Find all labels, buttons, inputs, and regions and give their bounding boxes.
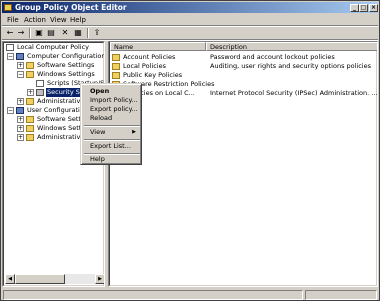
minimize-button[interactable]: _ xyxy=(350,4,359,12)
list-item[interactable]: Software Restriction Policies xyxy=(111,80,377,89)
collapse-icon[interactable]: − xyxy=(17,71,24,78)
menu-bar: File Action View Help xyxy=(2,14,378,25)
scroll-right-icon[interactable]: ▶ xyxy=(95,274,104,284)
folder-icon xyxy=(26,98,34,105)
menu-action[interactable]: Action xyxy=(24,16,46,24)
context-menu-view[interactable]: View ▶ xyxy=(84,128,140,137)
tree-item-software-settings[interactable]: + Software Settings xyxy=(6,61,104,70)
script-icon xyxy=(36,80,44,87)
security-icon xyxy=(36,89,44,96)
menu-help[interactable]: Help xyxy=(70,16,86,24)
context-menu-open[interactable]: Open xyxy=(84,87,140,96)
context-menu-export-list[interactable]: Export List... xyxy=(84,142,140,151)
collapse-icon[interactable]: − xyxy=(7,53,14,60)
list-item[interactable]: Local Policies Auditing, user rights and… xyxy=(111,62,377,71)
expand-icon[interactable]: + xyxy=(17,125,24,132)
folder-icon xyxy=(26,62,34,69)
expand-icon[interactable]: + xyxy=(17,62,24,69)
collapse-icon[interactable]: − xyxy=(7,107,14,114)
title-bar[interactable]: Group Policy Object Editor _ □ × xyxy=(2,2,378,13)
expand-icon[interactable]: + xyxy=(17,116,24,123)
close-button[interactable]: × xyxy=(369,4,378,12)
folder-icon xyxy=(26,71,34,78)
policy-icon xyxy=(6,44,14,51)
toolbar: ← → ▣ ▤ ✕ ▦ ⇪ xyxy=(2,27,378,39)
tree-item-computer-configuration[interactable]: − Computer Configuration xyxy=(6,52,104,61)
status-panel-main xyxy=(3,290,303,300)
context-menu-reload[interactable]: Reload xyxy=(84,114,140,123)
user-icon xyxy=(16,107,24,114)
export-list-icon[interactable]: ⇪ xyxy=(92,28,102,38)
submenu-arrow-icon: ▶ xyxy=(132,129,136,135)
folder-icon xyxy=(26,134,34,141)
app-icon xyxy=(4,4,12,11)
folder-icon xyxy=(112,54,120,61)
context-menu: Open Import Policy... Export policy... R… xyxy=(80,83,142,165)
back-arrow-icon[interactable]: ← xyxy=(5,28,15,38)
up-folder-icon[interactable]: ▣ xyxy=(34,28,44,38)
tree-horizontal-scrollbar[interactable]: ◀ ▶ xyxy=(5,274,104,284)
status-bar xyxy=(2,289,378,300)
status-panel-secondary xyxy=(305,290,377,300)
list-item[interactable]: Account Policies Password and account lo… xyxy=(111,53,377,62)
forward-arrow-icon[interactable]: → xyxy=(16,28,26,38)
scroll-thumb[interactable] xyxy=(15,274,65,284)
folder-icon xyxy=(112,72,120,79)
tree-item-windows-settings[interactable]: − Windows Settings xyxy=(6,70,104,79)
list-pane[interactable]: Name Description Account Policies Passwo… xyxy=(108,41,378,287)
context-menu-import-policy[interactable]: Import Policy... xyxy=(84,96,140,105)
list-item[interactable]: Public Key Policies xyxy=(111,71,377,80)
expand-icon[interactable]: + xyxy=(17,134,24,141)
menu-file[interactable]: File xyxy=(7,16,19,24)
folder-icon xyxy=(112,63,120,70)
context-menu-separator xyxy=(84,139,140,141)
folder-icon xyxy=(26,125,34,132)
window-title: Group Policy Object Editor xyxy=(15,3,127,12)
context-menu-separator xyxy=(84,125,140,127)
menu-view[interactable]: View xyxy=(50,16,67,24)
toolbar-separator xyxy=(29,28,31,38)
maximize-button[interactable]: □ xyxy=(359,4,368,12)
list-item[interactable]: y Policies on Local C... Internet Protoc… xyxy=(111,89,377,98)
tree-item-local-computer-policy[interactable]: Local Computer Policy xyxy=(6,43,104,52)
computer-icon xyxy=(16,53,24,60)
properties-icon[interactable]: ▦ xyxy=(73,28,83,38)
folder-icon xyxy=(26,116,34,123)
expand-icon[interactable]: + xyxy=(17,98,24,105)
show-hide-tree-icon[interactable]: ▤ xyxy=(46,28,56,38)
column-header-name[interactable]: Name xyxy=(110,42,206,51)
scroll-left-icon[interactable]: ◀ xyxy=(5,274,15,284)
context-menu-export-policy[interactable]: Export policy... xyxy=(84,105,140,114)
toolbar-separator xyxy=(87,28,89,38)
column-header-description[interactable]: Description xyxy=(206,42,377,51)
expand-icon[interactable]: + xyxy=(27,89,34,96)
main-window: Group Policy Object Editor _ □ × File Ac… xyxy=(0,0,380,301)
delete-icon[interactable]: ✕ xyxy=(60,28,70,38)
context-menu-help[interactable]: Help xyxy=(84,155,140,164)
